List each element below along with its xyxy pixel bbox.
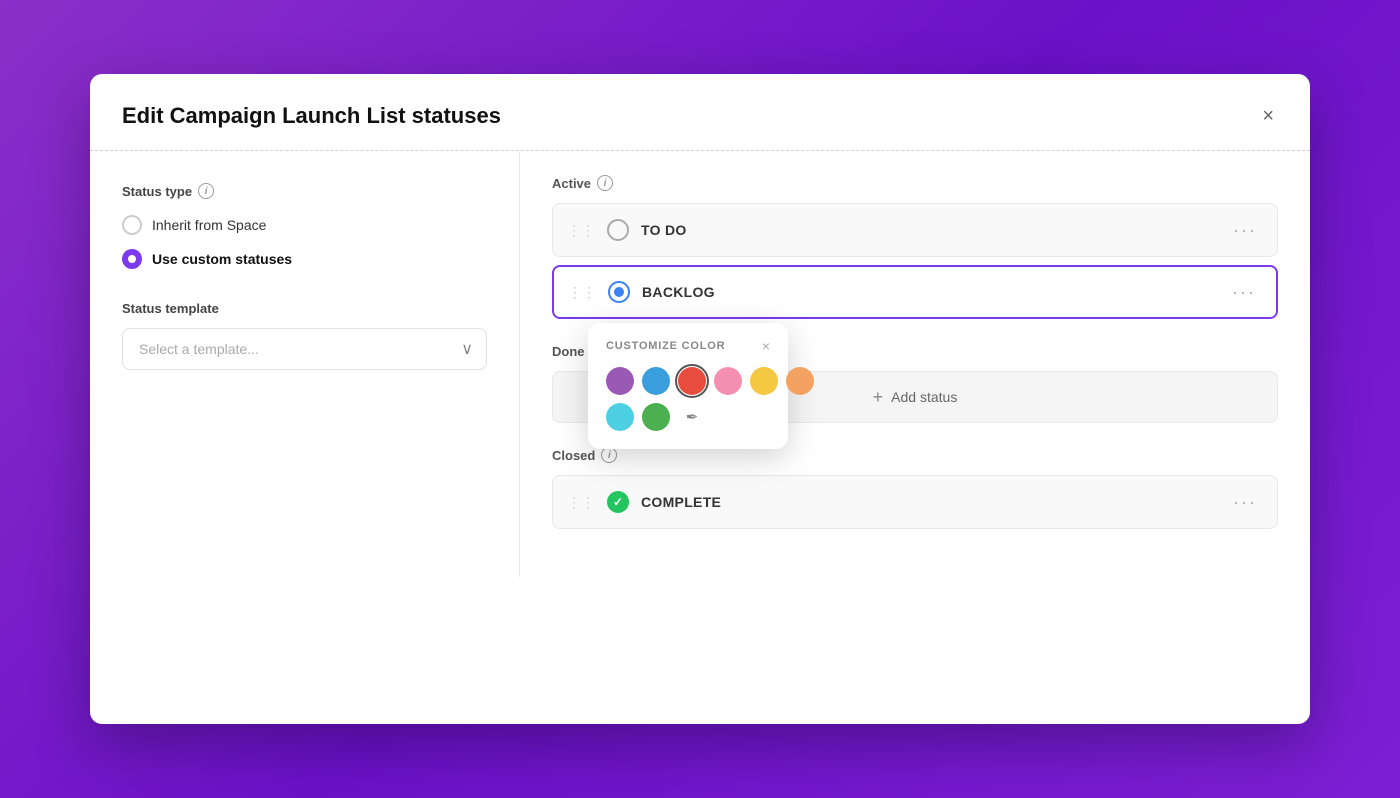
- radio-label-inherit: Inherit from Space: [152, 217, 266, 233]
- status-name-todo: TO DO: [641, 222, 1215, 238]
- color-row-2: ✒: [606, 403, 770, 431]
- eyedropper-icon: ✒: [686, 408, 699, 426]
- status-type-info-icon[interactable]: i: [198, 183, 214, 199]
- color-swatch-yellow[interactable]: [750, 367, 778, 395]
- edit-statuses-modal: Edit Campaign Launch List statuses × Sta…: [90, 74, 1310, 724]
- radio-group: Inherit from Space Use custom statuses: [122, 215, 487, 269]
- status-input-backlog[interactable]: [642, 284, 1214, 300]
- closed-section: Closed i ⋮⋮ ✓ COMPLETE ···: [552, 447, 1278, 529]
- drag-handle-todo[interactable]: ⋮⋮: [567, 222, 595, 239]
- status-type-label: Status type i: [122, 183, 487, 199]
- closed-section-title: Closed i: [552, 447, 1278, 463]
- modal-title: Edit Campaign Launch List statuses: [122, 103, 501, 129]
- color-swatch-pink[interactable]: [714, 367, 742, 395]
- color-swatch-purple[interactable]: [606, 367, 634, 395]
- template-select-wrapper: Select a template... Bug Tracking Scrum …: [122, 328, 487, 370]
- radio-inherit[interactable]: Inherit from Space: [122, 215, 487, 235]
- eyedropper-button[interactable]: ✒: [678, 403, 706, 431]
- status-name-complete: COMPLETE: [641, 494, 1215, 510]
- color-picker-header: CUSTOMIZE COLOR ×: [606, 339, 770, 353]
- plus-icon: +: [873, 387, 884, 408]
- close-button[interactable]: ×: [1258, 102, 1278, 130]
- color-picker-title: CUSTOMIZE COLOR: [606, 340, 725, 352]
- color-swatch-cyan[interactable]: [606, 403, 634, 431]
- status-row-todo: ⋮⋮ TO DO ···: [552, 203, 1278, 257]
- color-swatch-orange[interactable]: [786, 367, 814, 395]
- template-label: Status template: [122, 301, 487, 316]
- color-picker-close-button[interactable]: ×: [762, 339, 770, 353]
- color-swatches: [606, 367, 770, 395]
- active-section: Active i ⋮⋮ TO DO ··· ⋮⋮ ···: [552, 175, 1278, 319]
- active-info-icon[interactable]: i: [597, 175, 613, 191]
- radio-label-custom: Use custom statuses: [152, 251, 292, 267]
- drag-handle-complete[interactable]: ⋮⋮: [567, 494, 595, 511]
- left-panel: Status type i Inherit from Space Use cus…: [90, 151, 520, 577]
- more-button-todo[interactable]: ···: [1227, 216, 1263, 245]
- radio-circle-custom: [122, 249, 142, 269]
- color-swatch-green[interactable]: [642, 403, 670, 431]
- color-swatch-red[interactable]: [678, 367, 706, 395]
- more-button-complete[interactable]: ···: [1227, 488, 1263, 517]
- closed-info-icon[interactable]: i: [601, 447, 617, 463]
- more-button-backlog[interactable]: ···: [1226, 278, 1262, 307]
- active-section-title: Active i: [552, 175, 1278, 191]
- template-select[interactable]: Select a template... Bug Tracking Scrum …: [122, 328, 487, 370]
- drag-handle-backlog[interactable]: ⋮⋮: [568, 284, 596, 301]
- status-dot-todo: [607, 219, 629, 241]
- status-row-backlog: ⋮⋮ ···: [552, 265, 1278, 319]
- active-section-area: ⋮⋮ ··· CUSTOMIZE COLOR ×: [552, 265, 1278, 319]
- add-status-label: Add status: [891, 389, 957, 405]
- color-swatch-blue[interactable]: [642, 367, 670, 395]
- radio-custom[interactable]: Use custom statuses: [122, 249, 487, 269]
- modal-header: Edit Campaign Launch List statuses ×: [90, 74, 1310, 151]
- status-dot-complete: ✓: [607, 491, 629, 513]
- color-picker-popup: CUSTOMIZE COLOR ×: [588, 323, 788, 449]
- status-row-complete: ⋮⋮ ✓ COMPLETE ···: [552, 475, 1278, 529]
- status-dot-backlog[interactable]: [608, 281, 630, 303]
- modal-body: Status type i Inherit from Space Use cus…: [90, 151, 1310, 577]
- radio-circle-inherit: [122, 215, 142, 235]
- right-panel: Active i ⋮⋮ TO DO ··· ⋮⋮ ···: [520, 151, 1310, 577]
